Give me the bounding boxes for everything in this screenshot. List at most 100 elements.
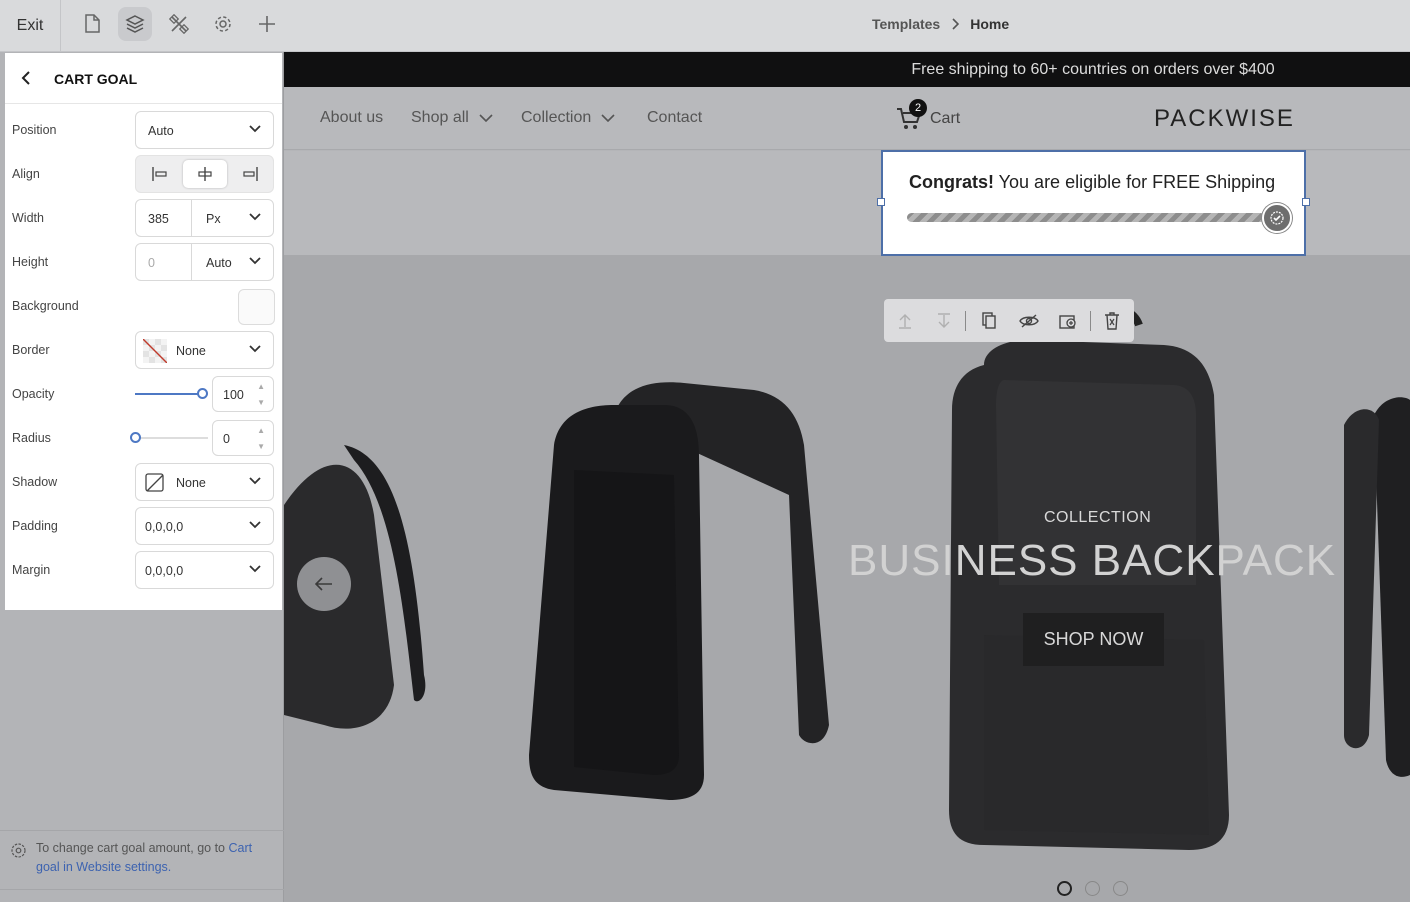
resize-handle-right[interactable] (1302, 198, 1310, 206)
opacity-slider[interactable] (135, 388, 208, 399)
back-arrow-icon[interactable] (21, 70, 31, 86)
background-color-swatch[interactable] (238, 289, 275, 325)
decrement-icon[interactable]: ▼ (257, 398, 265, 407)
site-header: About us Shop all Collection Contact 2 C… (284, 87, 1410, 150)
slider-prev-button[interactable] (297, 557, 351, 611)
chevron-down-icon (249, 213, 261, 221)
height-label: Height (12, 255, 49, 269)
duplicate-icon[interactable] (978, 310, 1000, 332)
no-shadow-icon (145, 473, 165, 493)
padding-select[interactable]: 0,0,0,0 (135, 507, 274, 545)
chevron-down-icon (249, 125, 261, 133)
margin-row: Margin 0,0,0,0 (5, 549, 282, 593)
margin-label: Margin (12, 563, 51, 577)
nav-label: About us (320, 109, 384, 126)
breadcrumb: Templates Home (872, 16, 1009, 32)
padding-value: 0,0,0,0 (145, 520, 184, 534)
site-logo[interactable]: PACKWISE (1154, 105, 1295, 133)
chevron-down-icon (249, 477, 261, 485)
height-unit-select[interactable]: Auto (206, 256, 232, 270)
nav-contact[interactable]: Contact (647, 109, 702, 127)
top-bar: Exit Templates Home (0, 0, 1410, 52)
cart-goal-text: You are eligible for FREE Shipping (994, 172, 1276, 192)
hide-icon[interactable] (1018, 310, 1040, 332)
resize-handle-left[interactable] (877, 198, 885, 206)
shop-now-button[interactable]: SHOP NOW (1023, 613, 1164, 666)
nav-about-us[interactable]: About us (320, 109, 383, 127)
height-input[interactable]: 0 (148, 256, 155, 270)
radius-value: 0 (223, 432, 230, 446)
move-down-icon[interactable] (933, 310, 955, 332)
slide-dot-2[interactable] (1085, 881, 1100, 896)
cart-link[interactable]: 2 Cart (896, 99, 961, 131)
arrow-left-icon (315, 577, 332, 591)
delete-icon[interactable] (1101, 310, 1123, 332)
decrement-icon[interactable]: ▼ (257, 442, 265, 451)
add-section-icon[interactable] (1057, 310, 1079, 332)
cart-goal-widget[interactable]: Congrats! You are eligible for FREE Ship… (877, 150, 1310, 256)
chevron-right-icon (951, 18, 960, 30)
panel-header: CART GOAL (5, 53, 282, 104)
nav-shop-all[interactable]: Shop all (411, 109, 493, 127)
increment-icon[interactable]: ▲ (257, 382, 265, 391)
exit-button[interactable]: Exit (0, 0, 61, 52)
panel-title: CART GOAL (54, 71, 138, 87)
divider (191, 244, 192, 280)
sidebar-bottom-divider (0, 889, 284, 890)
footnote-text: To change cart goal amount, go to Cart g… (36, 839, 278, 877)
align-left-button[interactable] (138, 160, 182, 188)
position-row: Position Auto (5, 109, 282, 153)
move-up-icon[interactable] (894, 310, 916, 332)
align-center-button[interactable] (183, 160, 227, 188)
width-unit-select[interactable]: Px (206, 212, 221, 226)
check-icon (1262, 203, 1292, 233)
radius-slider[interactable] (130, 432, 208, 443)
background-row: Background (5, 285, 282, 329)
plus-icon[interactable] (250, 7, 284, 41)
page-icon[interactable] (75, 7, 109, 41)
position-select[interactable]: Auto (135, 111, 274, 149)
radius-input[interactable]: 0 ▲ ▼ (212, 420, 274, 456)
tools-icon[interactable] (162, 7, 196, 41)
position-value: Auto (148, 124, 174, 138)
width-row: Width 385 Px (5, 197, 282, 241)
slide-dot-3[interactable] (1113, 881, 1128, 896)
divider (191, 200, 192, 236)
opacity-input[interactable]: 100 ▲ ▼ (212, 376, 274, 412)
settings-info-icon (11, 843, 26, 858)
align-segmented-control (135, 155, 274, 193)
cart-goal-message: Congrats! You are eligible for FREE Ship… (909, 172, 1275, 193)
layers-icon[interactable] (118, 7, 152, 41)
announcement-bar: Free shipping to 60+ countries on orders… (284, 52, 1410, 87)
chevron-down-icon (601, 114, 615, 122)
hero-eyebrow: COLLECTION (1044, 509, 1152, 526)
site-canvas: Free shipping to 60+ countries on orders… (284, 52, 1410, 902)
height-control: 0 Auto (135, 243, 274, 281)
opacity-slider-fill (135, 393, 202, 395)
padding-row: Padding 0,0,0,0 (5, 505, 282, 549)
cart-label: Cart (930, 110, 961, 127)
cart-count-badge: 2 (909, 99, 927, 117)
border-value: None (176, 344, 206, 358)
border-label: Border (12, 343, 50, 357)
nav-collection[interactable]: Collection (521, 109, 615, 127)
width-input[interactable]: 385 (148, 212, 169, 226)
cart-goal-progress-bar (907, 213, 1265, 222)
toolbar-divider (965, 311, 966, 331)
nav-label: Shop all (411, 109, 469, 126)
opacity-label: Opacity (12, 387, 55, 401)
margin-select[interactable]: 0,0,0,0 (135, 551, 274, 589)
radius-slider-knob[interactable] (130, 432, 141, 443)
slide-dot-1[interactable] (1057, 881, 1072, 896)
breadcrumb-templates[interactable]: Templates (872, 16, 940, 32)
background-label: Background (12, 299, 79, 313)
opacity-slider-knob[interactable] (197, 388, 208, 399)
increment-icon[interactable]: ▲ (257, 426, 265, 435)
shadow-select[interactable]: None (135, 463, 274, 501)
width-label: Width (12, 211, 44, 225)
border-select[interactable]: None (135, 331, 274, 369)
gear-icon[interactable] (206, 7, 240, 41)
align-right-button[interactable] (228, 160, 272, 188)
toolbar-divider (1090, 311, 1091, 331)
opacity-value: 100 (223, 388, 244, 402)
